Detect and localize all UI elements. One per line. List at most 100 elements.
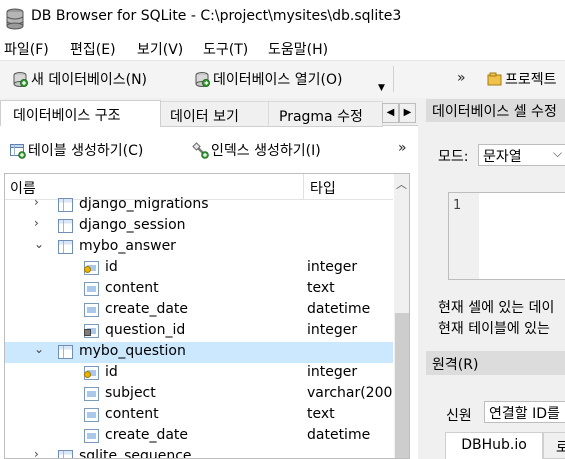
tree-row-type: text xyxy=(307,280,335,296)
tree-row-name: django_session xyxy=(79,217,186,233)
tree-vertical-scrollbar[interactable]: ︿ xyxy=(394,174,409,458)
menu-help[interactable]: 도움말(H) xyxy=(268,39,328,59)
line-number: 1 xyxy=(453,198,462,213)
create-table-button[interactable]: 테이블 생성하기(C) xyxy=(9,140,143,160)
tree-row-type: integer xyxy=(307,364,358,380)
tab-edit-pragmas[interactable]: Pragma 수정 xyxy=(268,101,383,127)
create-index-icon xyxy=(192,141,209,159)
chevron-down-icon: ⌵ xyxy=(553,146,563,160)
tree-row-name: content xyxy=(105,280,159,296)
tab-database-structure[interactable]: 데이터베이스 구조 xyxy=(0,100,161,126)
chevron-right-icon[interactable]: › xyxy=(34,195,39,209)
tree-row-field[interactable]: question_id integer xyxy=(5,321,393,342)
mode-label: 모드: xyxy=(438,149,469,165)
tree-row-name: create_date xyxy=(105,301,189,317)
menu-edit[interactable]: 편집(E) xyxy=(70,39,116,59)
chevron-right-icon[interactable]: › xyxy=(34,447,39,458)
new-database-icon xyxy=(13,71,28,87)
edit-cell-dock-title[interactable]: 데이터베이스 셀 수정 xyxy=(426,99,565,122)
table-icon xyxy=(58,198,73,212)
tree-row-name: django_migrations xyxy=(79,196,209,212)
window-title: DB Browser for SQLite - C:\project\mysit… xyxy=(31,8,402,24)
tab-browse-data[interactable]: 데이터 보기 xyxy=(160,101,269,127)
tree-row-field[interactable]: create_date datetime xyxy=(5,426,393,447)
tree-row-field[interactable]: create_date datetime xyxy=(5,300,393,321)
table-info-text: 현재 테이블에 있는 xyxy=(438,321,550,337)
foreign-key-field-icon xyxy=(84,324,99,338)
identity-select-value: 연결할 ID를 xyxy=(489,406,560,422)
panel-splitter[interactable] xyxy=(418,98,426,459)
identity-select[interactable]: 연결할 ID를 xyxy=(484,401,565,423)
schema-tree[interactable]: 이름 타입 › django_migrations › django_session ⌄… xyxy=(4,173,410,459)
create-index-label: 인덱스 생성하기(I) xyxy=(211,143,321,159)
primary-key-field-icon xyxy=(84,261,99,275)
open-database-label: 데이터베이스 열기(O) xyxy=(213,72,343,88)
tree-row-name: create_date xyxy=(105,427,189,443)
title-bar: DB Browser for SQLite - C:\project\mysit… xyxy=(0,0,565,36)
tree-row-name: content xyxy=(105,406,159,422)
open-database-button[interactable]: 데이터베이스 열기(O) xyxy=(194,69,342,89)
field-icon xyxy=(84,429,99,443)
tree-row-name: id xyxy=(105,259,118,275)
tree-row-name: mybo_answer xyxy=(79,238,176,254)
tree-row-table[interactable]: › django_migrations xyxy=(5,195,393,216)
menu-file[interactable]: 파일(F) xyxy=(4,39,49,59)
tree-row-table[interactable]: › sqlite_sequence xyxy=(5,447,393,459)
tree-row-name: id xyxy=(105,364,118,380)
remote-dock-title[interactable]: 원격(R) xyxy=(426,351,565,375)
tree-row-name: sqlite_sequence xyxy=(79,448,192,459)
table-icon xyxy=(58,219,73,233)
chevron-down-icon[interactable]: ⌄ xyxy=(34,237,44,251)
tree-row-type: integer xyxy=(307,322,358,338)
tree-row-field[interactable]: content text xyxy=(5,279,393,300)
tree-row-name: question_id xyxy=(105,322,186,338)
new-database-label: 새 데이터베이스(N) xyxy=(31,72,148,88)
project-icon xyxy=(487,72,502,85)
key-icon xyxy=(84,371,91,378)
menu-bar: 파일(F) 편집(E) 보기(V) 도구(T) 도움말(H) xyxy=(0,36,565,60)
toolbar-separator xyxy=(393,66,394,92)
create-table-icon xyxy=(10,143,26,159)
tree-row-field[interactable]: id integer xyxy=(5,363,393,384)
tree-row-type: datetime xyxy=(307,301,371,317)
table-icon xyxy=(58,450,73,458)
mode-select[interactable]: 문자열 ⌵ xyxy=(478,144,565,166)
tree-row-type: text xyxy=(307,406,335,422)
tree-row-type: varchar(200 xyxy=(307,385,393,401)
tree-row-name: mybo_question xyxy=(79,343,186,359)
create-index-button[interactable]: 인덱스 생성하기(I) xyxy=(192,140,321,160)
tree-row-field[interactable]: id integer xyxy=(5,258,393,279)
tree-row-type: integer xyxy=(307,259,358,275)
menu-view[interactable]: 보기(V) xyxy=(137,39,183,59)
cell-editor[interactable]: 1 xyxy=(448,192,565,280)
tree-row-table[interactable]: ⌄ mybo_question xyxy=(5,342,393,363)
structure-toolbar-overflow-button[interactable]: » xyxy=(398,140,406,156)
new-database-button[interactable]: 새 데이터베이스(N) xyxy=(12,69,147,89)
tree-row-table[interactable]: › django_session xyxy=(5,216,393,237)
mode-select-value: 문자열 xyxy=(483,149,522,165)
menu-tools[interactable]: 도구(T) xyxy=(203,39,248,59)
tab-dbhub[interactable]: DBHub.io xyxy=(445,432,543,459)
create-table-label: 테이블 생성하기(C) xyxy=(28,143,144,159)
field-icon xyxy=(84,387,99,401)
cell-info-text: 현재 셀에 있는 데이 xyxy=(438,300,555,316)
open-database-dropdown-icon[interactable]: ▼ xyxy=(378,83,385,93)
tree-row-field[interactable]: subject varchar(200 xyxy=(5,384,393,405)
table-icon xyxy=(58,345,73,359)
scroll-up-icon[interactable]: ︿ xyxy=(396,176,407,192)
project-button[interactable]: 프로젝트 xyxy=(486,69,557,89)
tree-row-table[interactable]: ⌄ mybo_answer xyxy=(5,237,393,258)
scrollbar-thumb[interactable] xyxy=(395,313,409,458)
field-icon xyxy=(84,303,99,317)
key-icon xyxy=(84,266,91,273)
tab-local[interactable]: 로 xyxy=(543,432,565,459)
project-label: 프로젝트 xyxy=(505,72,557,88)
chevron-down-icon[interactable]: ⌄ xyxy=(34,342,44,356)
toolbar-overflow-button[interactable]: » xyxy=(457,70,465,86)
tree-row-name: subject xyxy=(105,385,156,401)
link-icon xyxy=(84,329,91,336)
chevron-right-icon[interactable]: › xyxy=(34,216,39,230)
tab-scroll-left-icon[interactable]: ◀ xyxy=(382,103,399,123)
tree-row-field[interactable]: content text xyxy=(5,405,393,426)
tab-scroll-right-icon[interactable]: ▶ xyxy=(399,103,416,123)
